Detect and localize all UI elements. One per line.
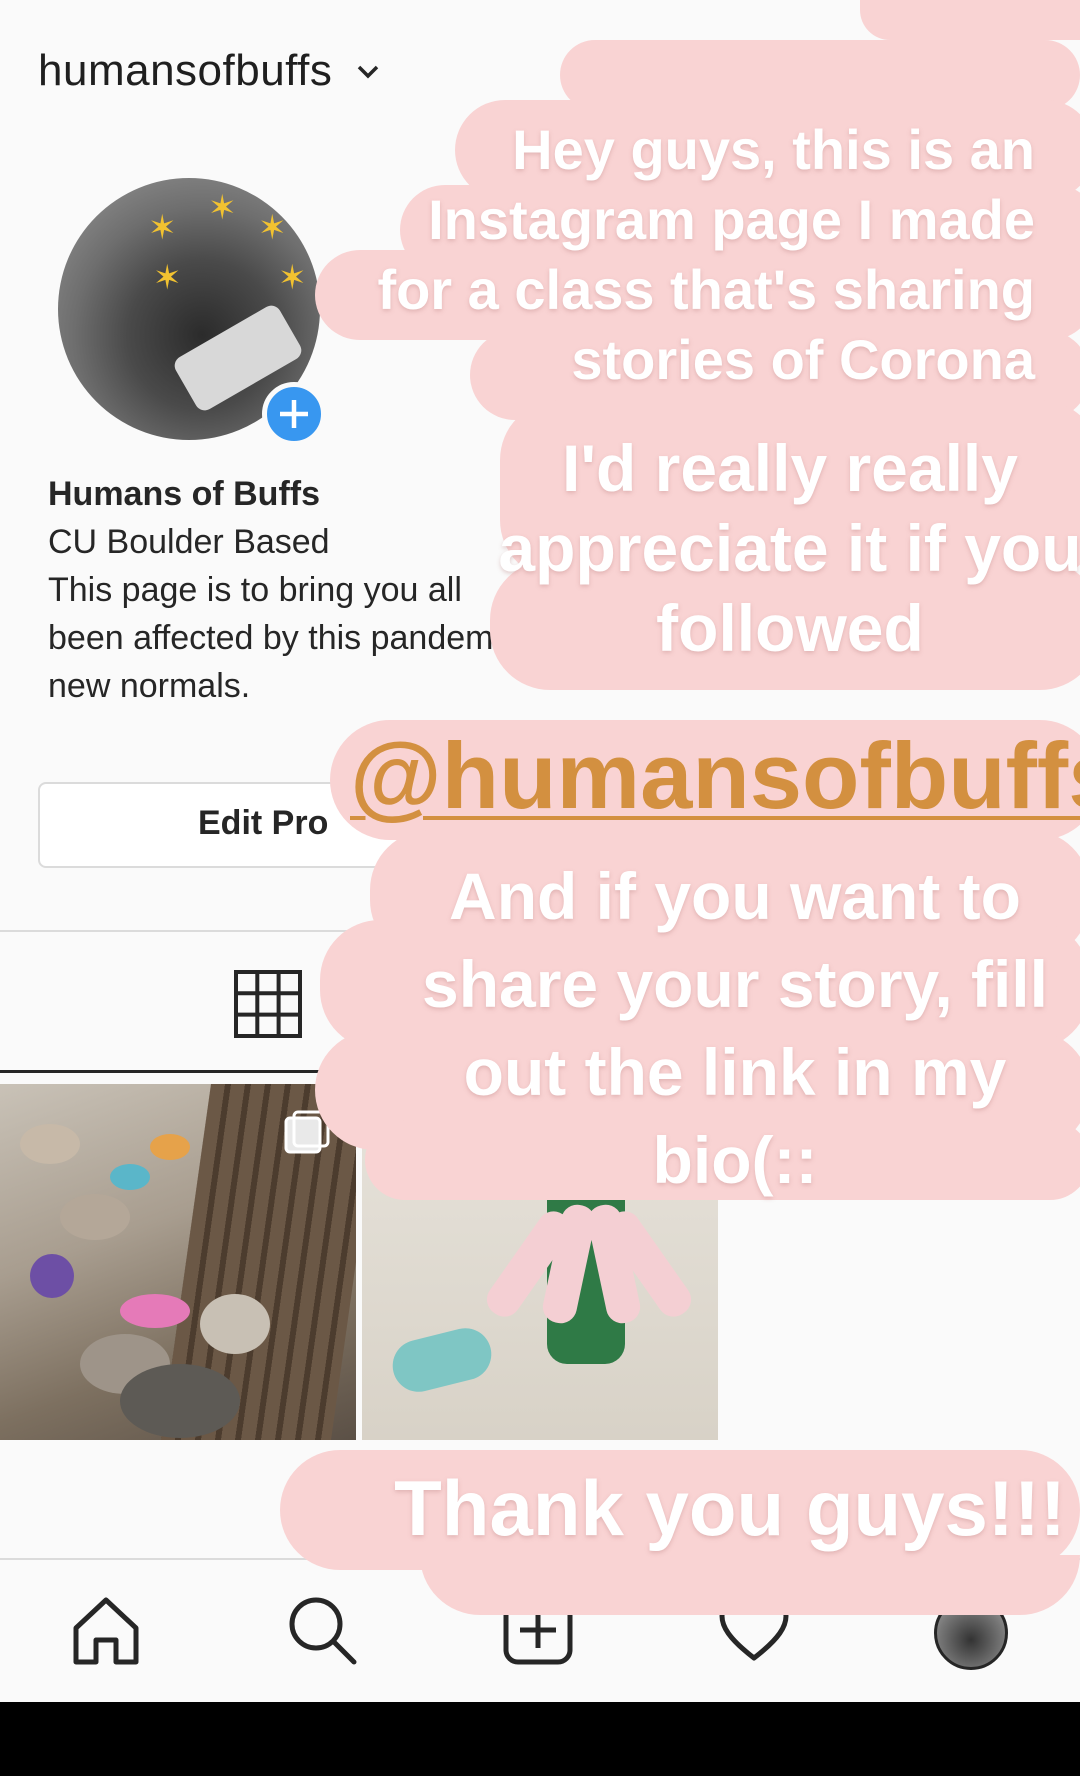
- story-text-line: stories of Corona: [571, 328, 1035, 391]
- story-text-block: I'd really really appreciate it if you f…: [480, 428, 1080, 668]
- rock: [200, 1294, 270, 1354]
- star-icon: ✶: [148, 209, 177, 247]
- sticker-background: [860, 0, 1080, 40]
- story-thanks-text: Thank you guys!!!: [394, 1464, 1066, 1552]
- rock: [150, 1134, 190, 1160]
- chevron-down-icon[interactable]: [354, 57, 382, 85]
- rock: [30, 1254, 74, 1298]
- system-nav-bar: [0, 1702, 1080, 1776]
- grid-icon[interactable]: [232, 968, 304, 1040]
- story-text-block: Hey guys, this is an Instagram page I ma…: [360, 115, 1035, 395]
- star-icon: ✶: [208, 189, 237, 227]
- add-story-icon[interactable]: [262, 382, 326, 446]
- painted-rock: [387, 1322, 497, 1398]
- rock: [110, 1164, 150, 1190]
- screen: humansofbuffs ✶ ✶ ✶ ✶ ✶ Humans of Buffs …: [0, 0, 1080, 1776]
- story-text-line: followed: [656, 591, 924, 665]
- star-icon: ✶: [258, 209, 287, 247]
- story-text-line: out the link in my: [463, 1035, 1007, 1109]
- story-text-line: Instagram page I made: [428, 188, 1035, 251]
- rock: [20, 1124, 80, 1164]
- story-text-line: for a class that's sharing: [377, 258, 1035, 321]
- search-icon[interactable]: [286, 1594, 358, 1666]
- story-text-line: I'd really really: [562, 431, 1018, 505]
- rock: [120, 1364, 240, 1438]
- star-icon: ✶: [153, 259, 182, 297]
- rock: [60, 1194, 130, 1240]
- sticker-background: [420, 1555, 1080, 1615]
- top-bar: humansofbuffs: [38, 46, 382, 96]
- story-text-block: And if you want to share your story, fil…: [385, 852, 1080, 1204]
- home-icon[interactable]: [70, 1594, 142, 1666]
- story-text-line: share your story, fill: [422, 947, 1048, 1021]
- active-tab-indicator: [0, 1070, 360, 1073]
- edit-profile-label: Edit Pro: [198, 804, 329, 842]
- story-text-line: appreciate it if you: [498, 511, 1080, 585]
- star-icon: ✶: [278, 259, 307, 297]
- story-text-line: bio(::: [652, 1123, 818, 1197]
- rock: [120, 1294, 190, 1328]
- story-text-line: And if you want to: [449, 859, 1021, 933]
- story-text-line: Hey guys, this is an: [512, 118, 1035, 181]
- account-username[interactable]: humansofbuffs: [38, 46, 332, 96]
- handle-mention-link[interactable]: @humansofbuffs: [350, 722, 1080, 830]
